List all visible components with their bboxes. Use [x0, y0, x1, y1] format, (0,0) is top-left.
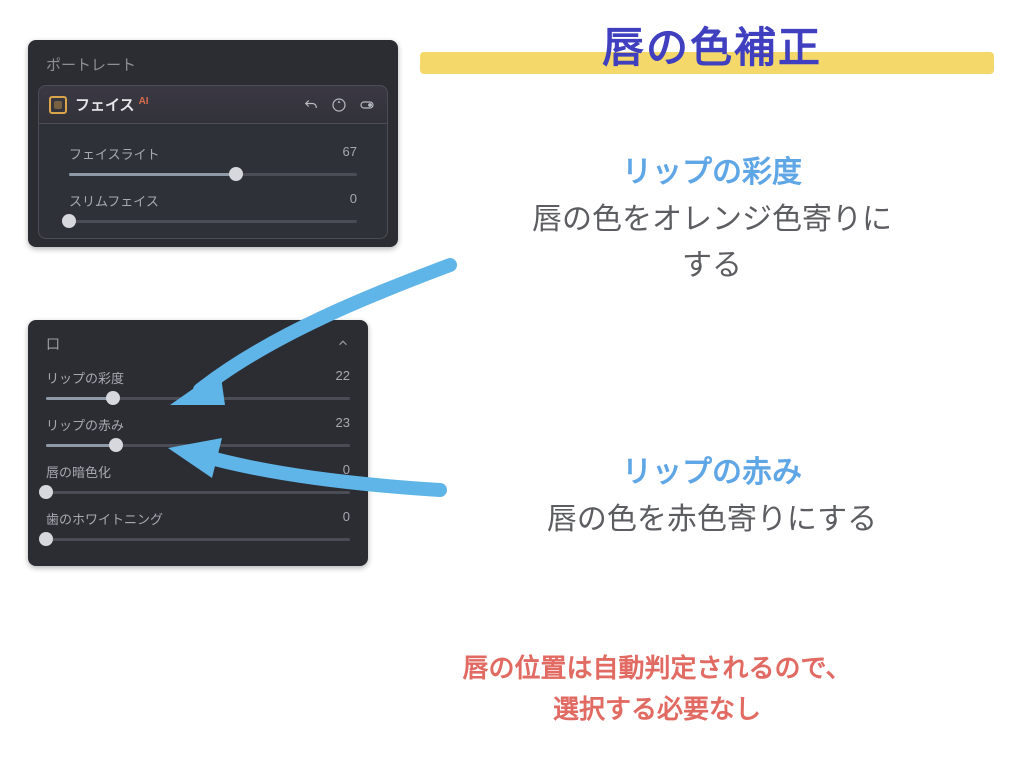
mouth-section-header[interactable]: 口 [28, 330, 368, 362]
slider-label: リップの赤み [46, 415, 124, 434]
slider-track[interactable] [46, 532, 350, 546]
note-head: リップの赤み [420, 450, 1004, 497]
note-body-line: 唇の色をオレンジ色寄りに [420, 197, 1004, 244]
slider-label: 歯のホワイトニング [46, 509, 163, 528]
reset-icon[interactable] [329, 95, 349, 115]
footnote: 唇の位置は自動判定されるので、 選択する必要なし [330, 648, 984, 729]
page-title: 唇の色補正 [420, 14, 1004, 75]
portrait-panel: ポートレート フェイス AI フェイスライト 67 [28, 40, 398, 247]
note-lip-saturation: リップの彩度 唇の色をオレンジ色寄りに する [420, 150, 1004, 290]
footnote-line: 選択する必要なし [330, 689, 984, 729]
slider-track[interactable] [69, 214, 357, 228]
slider-label: 唇の暗色化 [46, 462, 111, 481]
slider-lip-redness[interactable]: リップの赤み 23 [28, 409, 368, 456]
slider-lip-darken[interactable]: 唇の暗色化 0 [28, 456, 368, 503]
note-lip-redness: リップの赤み 唇の色を赤色寄りにする [420, 450, 1004, 543]
slider-track[interactable] [46, 391, 350, 405]
slider-slimface[interactable]: スリムフェイス 0 [51, 185, 375, 232]
slider-value: 0 [343, 509, 350, 528]
section-label: 口 [46, 334, 60, 354]
slider-value: 23 [336, 415, 350, 434]
slider-thumb[interactable] [109, 438, 123, 452]
panel-title-portrait: ポートレート [28, 50, 398, 85]
slider-thumb[interactable] [106, 391, 120, 405]
note-body-line: 唇の色を赤色寄りにする [420, 497, 1004, 544]
note-head: リップの彩度 [420, 150, 1004, 197]
slider-thumb[interactable] [39, 532, 53, 546]
slider-track[interactable] [46, 485, 350, 499]
slider-value: 0 [350, 191, 357, 210]
chevron-up-icon[interactable] [336, 336, 350, 353]
undo-icon[interactable] [301, 95, 321, 115]
slider-thumb[interactable] [62, 214, 76, 228]
face-body: フェイスライト 67 スリムフェイス 0 [38, 124, 388, 239]
slider-facelight[interactable]: フェイスライト 67 [51, 138, 375, 185]
mouth-panel: 口 リップの彩度 22 リップの赤み 23 唇の暗色化 0 [28, 320, 368, 566]
slider-track[interactable] [69, 167, 357, 181]
toggle-visibility-icon[interactable] [357, 95, 377, 115]
slider-thumb[interactable] [229, 167, 243, 181]
slider-label: スリムフェイス [69, 191, 159, 210]
slider-thumb[interactable] [39, 485, 53, 499]
face-header-label: フェイス [75, 94, 135, 115]
face-header[interactable]: フェイス AI [38, 85, 388, 124]
footnote-line: 唇の位置は自動判定されるので、 [330, 648, 984, 688]
slider-value: 0 [343, 462, 350, 481]
slider-track[interactable] [46, 438, 350, 452]
slider-label: フェイスライト [69, 144, 160, 163]
slider-lip-saturation[interactable]: リップの彩度 22 [28, 362, 368, 409]
slider-value: 22 [336, 368, 350, 387]
ai-badge: AI [139, 96, 149, 107]
note-body-line: する [420, 243, 1004, 290]
slider-teeth-whitening[interactable]: 歯のホワイトニング 0 [28, 503, 368, 550]
title-text: 唇の色補正 [420, 14, 1004, 75]
slider-value: 67 [343, 144, 357, 163]
slider-label: リップの彩度 [46, 368, 124, 387]
face-square-icon [49, 96, 67, 114]
